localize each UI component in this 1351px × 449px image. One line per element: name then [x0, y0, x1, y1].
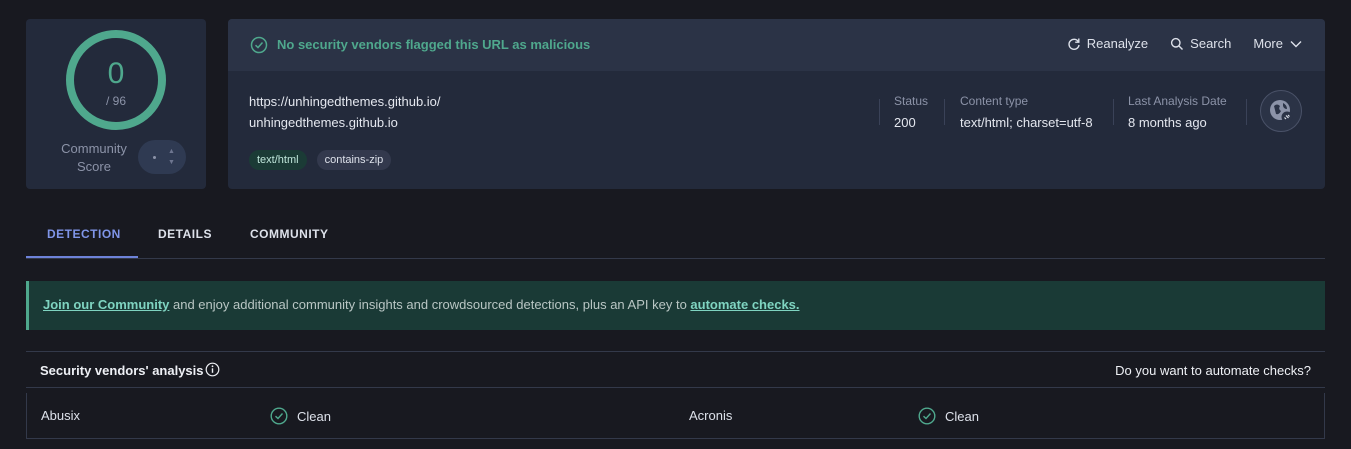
vendor-result-label: Clean [945, 408, 979, 424]
url-host: unhingedthemes.github.io [249, 115, 398, 130]
automate-checks-prompt[interactable]: Do you want to automate checks? [1115, 363, 1311, 378]
banner-text: and enjoy additional community insights … [169, 297, 691, 312]
status-meta: Status 200 [894, 94, 928, 130]
info-icon[interactable] [205, 362, 220, 377]
community-score-card: 0 / 96 Community Score ▲ ▼ [26, 19, 206, 189]
tab-community[interactable]: COMMUNITY [250, 227, 329, 241]
url-full[interactable]: https://unhingedthemes.github.io/ [249, 94, 441, 109]
verdict-header: No security vendors flagged this URL as … [228, 19, 1325, 71]
content-type-value: text/html; charset=utf-8 [960, 115, 1093, 130]
divider [879, 99, 880, 125]
chevron-down-icon [1290, 40, 1302, 47]
status-label: Status [894, 94, 929, 108]
detection-count: 0 [107, 57, 125, 90]
last-analysis-meta: Last Analysis Date 8 months ago [1128, 94, 1227, 130]
active-tab-indicator [26, 256, 138, 258]
automate-checks-link[interactable]: automate checks. [690, 297, 799, 312]
check-circle-icon [918, 407, 936, 425]
table-row: Abusix Clean Acronis Clean [26, 393, 1325, 439]
check-circle-icon [270, 407, 288, 425]
vendor-result-label: Clean [297, 408, 331, 424]
url-info-card: No security vendors flagged this URL as … [228, 19, 1325, 189]
tab-details[interactable]: DETAILS [158, 227, 212, 241]
vendors-header: Security vendors' analysis Do you want t… [26, 351, 1325, 388]
check-circle-icon [250, 36, 268, 54]
reanalyze-label: Reanalyze [1086, 36, 1149, 51]
last-analysis-label: Last Analysis Date [1128, 94, 1227, 108]
more-label: More [1253, 36, 1283, 51]
tab-bar: DETECTION DETAILS COMMUNITY [26, 216, 1325, 259]
vendor-result: Clean [270, 407, 331, 425]
community-vote-widget[interactable]: ▲ ▼ [138, 140, 186, 174]
detection-total: / 96 [105, 94, 126, 108]
vendor-name: Acronis [689, 408, 733, 423]
community-score-label: Community Score [61, 141, 127, 174]
community-banner: Join our Community and enjoy additional … [26, 281, 1325, 330]
tag-contains-zip[interactable]: contains-zip [316, 150, 392, 170]
last-analysis-value: 8 months ago [1128, 115, 1207, 130]
vote-down-icon[interactable]: ▼ [168, 159, 175, 167]
more-button[interactable]: More [1253, 36, 1303, 51]
vendors-title: Security vendors' analysis [40, 363, 204, 378]
search-icon [1171, 37, 1184, 50]
globe-icon [1270, 100, 1293, 123]
globe-link-icon [1260, 90, 1302, 132]
search-button[interactable]: Search [1170, 36, 1231, 51]
vendor-name: Abusix [41, 408, 81, 423]
refresh-icon [1068, 38, 1080, 50]
vendor-result: Clean [918, 407, 979, 425]
tag-text-html[interactable]: text/html [249, 150, 307, 170]
vote-up-icon[interactable]: ▲ [168, 148, 175, 156]
tab-detection[interactable]: DETECTION [47, 227, 121, 241]
verdict-text: No security vendors flagged this URL as … [277, 37, 591, 52]
search-label: Search [1190, 36, 1232, 51]
tag-list: text/html contains-zip [249, 150, 392, 170]
reanalyze-button[interactable]: Reanalyze [1067, 36, 1148, 51]
status-value: 200 [894, 115, 916, 130]
divider [944, 99, 945, 125]
join-community-link[interactable]: Join our Community [43, 297, 169, 312]
divider [1113, 99, 1114, 125]
content-type-meta: Content type text/html; charset=utf-8 [960, 94, 1093, 130]
divider [1246, 99, 1247, 125]
content-type-label: Content type [960, 94, 1029, 108]
vote-dot-icon [153, 156, 156, 159]
